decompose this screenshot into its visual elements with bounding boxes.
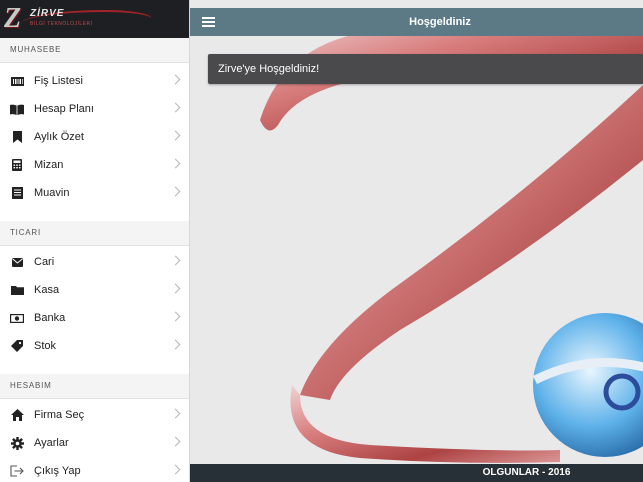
- sidebar-item-fis-listesi[interactable]: Fiş Listesi: [0, 67, 189, 95]
- sidebar-item-cari[interactable]: Cari: [0, 248, 189, 276]
- footer-bar: OLGUNLAR - 2016: [190, 464, 643, 482]
- section-header-hesabim: HESABIM: [0, 374, 189, 399]
- envelope-icon: [10, 255, 24, 269]
- barcode-icon: [10, 74, 24, 88]
- brand-subtitle: BİLGİ TEKNOLOJİLERİ: [30, 21, 93, 27]
- gear-icon: [10, 436, 24, 450]
- money-icon: [10, 311, 24, 325]
- calculator-icon: [10, 158, 24, 172]
- bookmark-icon: [10, 130, 24, 144]
- section-header-muhasebe: MUHASEBE: [0, 38, 189, 63]
- sidebar-item-banka[interactable]: Banka: [0, 304, 189, 332]
- sidebar-item-label: Mizan: [34, 159, 64, 171]
- sidebar-item-hesap-plani[interactable]: Hesap Planı: [0, 95, 189, 123]
- sidebar: Z ZİRVE BİLGİ TEKNOLOJİLERİ MUHASEBE Fiş…: [0, 0, 190, 482]
- folder-icon: [10, 283, 24, 297]
- main-content: Zirve'ye Hoşgeldiniz! OLGUNLAR - 2016: [190, 0, 643, 482]
- sidebar-item-muavin[interactable]: Muavin: [0, 179, 189, 207]
- sidebar-item-kasa[interactable]: Kasa: [0, 276, 189, 304]
- sidebar-item-mizan[interactable]: Mizan: [0, 151, 189, 179]
- sidebar-item-label: Cari: [34, 256, 55, 268]
- ledger-icon: [10, 186, 24, 200]
- sidebar-item-label: Stok: [34, 340, 57, 352]
- book-icon: [10, 102, 24, 116]
- brand-name: ZİRVE: [30, 8, 65, 19]
- sidebar-item-label: Kasa: [34, 284, 60, 296]
- logout-icon: [10, 464, 24, 478]
- sidebar-item-label: Muavin: [34, 187, 70, 199]
- welcome-banner: Zirve'ye Hoşgeldiniz!: [208, 54, 643, 84]
- sidebar-item-stok[interactable]: Stok: [0, 332, 189, 360]
- sidebar-item-ayarlar[interactable]: Ayarlar: [0, 429, 189, 457]
- top-app-bar: [190, 8, 643, 36]
- brand-logo: Z ZİRVE BİLGİ TEKNOLOJİLERİ: [0, 0, 189, 38]
- sidebar-item-label: Hesap Planı: [34, 103, 94, 115]
- home-icon: [10, 408, 24, 422]
- section-header-ticari: TICARI: [0, 221, 189, 246]
- tag-icon: [10, 339, 24, 353]
- sidebar-item-label: Banka: [34, 312, 66, 324]
- sidebar-item-firma-sec[interactable]: Firma Seç: [0, 401, 189, 429]
- sidebar-item-label: Firma Seç: [34, 409, 85, 421]
- sidebar-item-label: Çıkış Yap: [34, 465, 81, 477]
- sidebar-item-aylik-ozet[interactable]: Aylık Özet: [0, 123, 189, 151]
- sidebar-item-label: Fiş Listesi: [34, 75, 83, 87]
- sidebar-item-cikis-yap[interactable]: Çıkış Yap: [0, 457, 189, 482]
- sidebar-item-label: Aylık Özet: [34, 131, 84, 143]
- sidebar-item-label: Ayarlar: [34, 437, 69, 449]
- hamburger-icon[interactable]: [202, 17, 215, 27]
